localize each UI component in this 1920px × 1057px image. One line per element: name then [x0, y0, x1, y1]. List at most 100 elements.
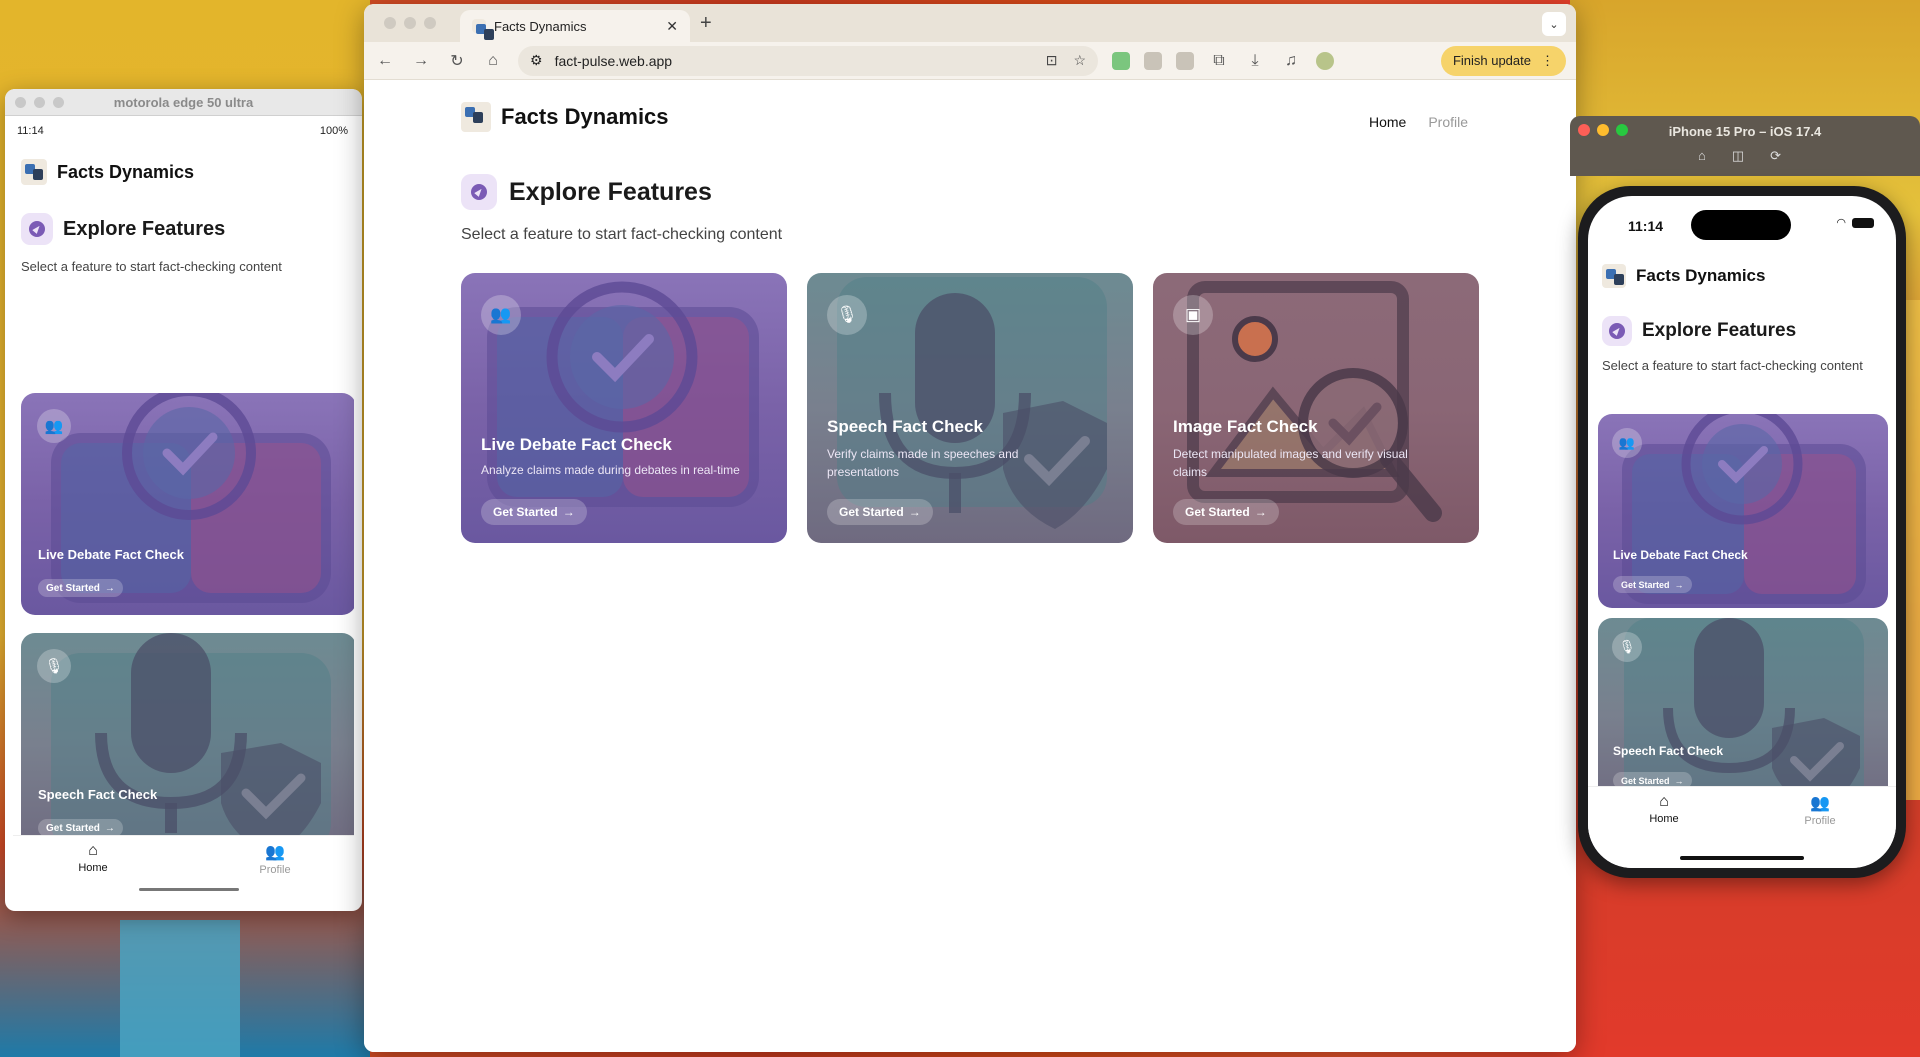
simulator-title-bar[interactable]: iPhone 15 Pro – iOS 17.4 ⌂ ◫ ⟳ — [1570, 116, 1920, 176]
section-subtitle: Select a feature to start fact-checking … — [461, 226, 783, 243]
compass-icon — [1602, 316, 1632, 346]
button-label: Get Started — [46, 822, 100, 834]
people-icon: 👥 — [37, 409, 71, 443]
feature-card-speech[interactable]: 🎙 Speech Fact Check Verify claims made i… — [807, 273, 1133, 543]
arrow-right-icon: → — [104, 582, 115, 594]
more-menu-icon[interactable]: ⋮ — [1541, 53, 1554, 69]
people-icon: 👥 — [481, 295, 521, 335]
bookmark-star-icon[interactable]: ☆ — [1073, 52, 1086, 69]
mic-icon: 🎙 — [1612, 632, 1642, 662]
card-title: Speech Fact Check — [38, 787, 158, 802]
battery-icon — [1852, 217, 1874, 228]
close-tab-icon[interactable]: ✕ — [666, 18, 678, 35]
arrow-right-icon: → — [104, 822, 115, 834]
media-control-icon[interactable]: ♫ — [1280, 52, 1302, 70]
people-icon: 👥 — [265, 844, 285, 861]
android-title-bar[interactable]: motorola edge 50 ultra — [5, 89, 362, 116]
button-label: Get Started — [1185, 505, 1250, 519]
feature-card-image[interactable]: ▣ Image Fact Check Detect manipulated im… — [1153, 273, 1479, 543]
people-icon: 👥 — [1810, 795, 1830, 812]
arrow-right-icon: → — [908, 505, 921, 519]
iphone-screen: 11:14 ◠ Facts Dynamics Explore Features … — [1588, 196, 1896, 868]
section-title: Explore Features — [509, 177, 712, 206]
bottom-navigation: ⌂ Home 👥 Profile — [13, 835, 354, 899]
nav-home[interactable]: ⌂ Home — [53, 842, 133, 874]
status-icons: ◠ — [1836, 216, 1874, 229]
minimize-window-button[interactable] — [404, 17, 416, 29]
nav-home[interactable]: ⌂ Home — [1624, 793, 1704, 825]
nav-profile[interactable]: Profile — [1428, 114, 1468, 130]
section-title: Explore Features — [63, 217, 226, 240]
mic-icon: 🎙 — [827, 295, 867, 335]
nav-profile[interactable]: 👥 Profile — [235, 842, 315, 876]
compass-icon — [21, 213, 53, 245]
feature-card-speech[interactable]: 🎙 Speech Fact Check Get Started → — [21, 633, 354, 855]
mic-icon: 🎙 — [37, 649, 71, 683]
download-icon[interactable]: ⤓ — [1244, 52, 1266, 70]
bottom-navigation: ⌂ Home 👥 Profile — [1588, 786, 1896, 868]
screenshot-icon[interactable]: ◫ — [1732, 148, 1744, 164]
get-started-button[interactable]: Get Started → — [38, 579, 123, 597]
get-started-button[interactable]: Get Started → — [481, 499, 587, 525]
section-title: Explore Features — [1642, 320, 1797, 341]
app-logo-icon — [21, 159, 47, 185]
card-title: Live Debate Fact Check — [481, 435, 672, 454]
new-tab-button[interactable]: + — [700, 12, 712, 35]
profile-avatar[interactable] — [1316, 51, 1334, 70]
app-title: Facts Dynamics — [501, 104, 669, 129]
install-app-icon[interactable]: ⊡ — [1046, 52, 1058, 69]
android-screen: 11:14 100% Facts Dynamics Explore Featur… — [13, 119, 354, 899]
finish-update-button[interactable]: Finish update ⋮ — [1440, 45, 1566, 76]
close-window-button[interactable] — [384, 17, 396, 29]
card-title: Image Fact Check — [1173, 417, 1318, 436]
maximize-window-button[interactable] — [424, 17, 436, 29]
browser-tab[interactable]: Facts Dynamics ✕ — [460, 10, 690, 42]
button-label: Get Started — [1621, 775, 1670, 786]
nav-profile-label: Profile — [259, 864, 291, 876]
arrow-right-icon: → — [1674, 579, 1684, 590]
nav-home[interactable]: Home — [1369, 114, 1406, 130]
extension-icon[interactable] — [1176, 51, 1194, 70]
home-icon[interactable]: ⌂ — [1698, 148, 1706, 164]
feature-card-live-debate[interactable]: 👥 Live Debate Fact Check Get Started → — [21, 393, 354, 615]
extension-shield-icon[interactable] — [1112, 51, 1130, 70]
rotate-icon[interactable]: ⟳ — [1770, 148, 1781, 164]
status-time: 11:14 — [17, 125, 44, 137]
address-bar[interactable]: ⚙ fact-pulse.web.app ⊡ ☆ — [518, 45, 1098, 76]
feature-card-live-debate[interactable]: 👥 Live Debate Fact Check Get Started → — [1598, 414, 1888, 608]
extensions-puzzle-icon[interactable]: ⧉ — [1208, 52, 1230, 70]
favicon-icon — [472, 19, 494, 40]
finish-update-label: Finish update — [1452, 53, 1531, 68]
tab-search-button[interactable]: ⌄ — [1542, 12, 1566, 36]
tab-title: Facts Dynamics — [494, 18, 587, 34]
app-title: Facts Dynamics — [1636, 266, 1766, 285]
dynamic-island — [1691, 210, 1791, 240]
top-navigation: Home Profile — [1369, 114, 1468, 130]
get-started-button[interactable]: Get Started → — [1173, 499, 1279, 525]
back-icon[interactable]: ← — [374, 52, 396, 70]
extension-icon[interactable] — [1144, 51, 1162, 70]
nav-profile[interactable]: 👥 Profile — [1780, 793, 1860, 827]
window-controls — [384, 17, 436, 29]
arrow-right-icon: → — [562, 505, 575, 519]
section-subtitle: Select a feature to start fact-checking … — [21, 259, 282, 274]
app-logo-icon — [1602, 264, 1626, 288]
get-started-button[interactable]: Get Started → — [1613, 576, 1692, 593]
card-description: Analyze claims made during debates in re… — [481, 463, 740, 477]
reload-icon[interactable]: ↻ — [446, 51, 468, 71]
compass-icon — [461, 174, 497, 210]
card-title: Live Debate Fact Check — [1613, 548, 1748, 562]
forward-icon[interactable]: → — [410, 52, 432, 70]
arrow-right-icon: → — [1254, 505, 1267, 519]
button-label: Get Started — [46, 582, 100, 594]
url-text[interactable]: fact-pulse.web.app — [555, 53, 673, 69]
people-icon: 👥 — [1612, 428, 1642, 458]
feature-card-live-debate[interactable]: 👥 Live Debate Fact Check Analyze claims … — [461, 273, 787, 543]
feature-card-speech[interactable]: 🎙 Speech Fact Check Get Started → — [1598, 618, 1888, 812]
get-started-button[interactable]: Get Started → — [827, 499, 933, 525]
home-icon[interactable]: ⌂ — [482, 52, 504, 70]
home-icon: ⌂ — [1659, 793, 1669, 810]
site-settings-icon[interactable]: ⚙ — [530, 52, 543, 69]
tab-strip: Facts Dynamics ✕ + ⌄ — [364, 4, 1576, 42]
card-title: Speech Fact Check — [1613, 744, 1724, 758]
